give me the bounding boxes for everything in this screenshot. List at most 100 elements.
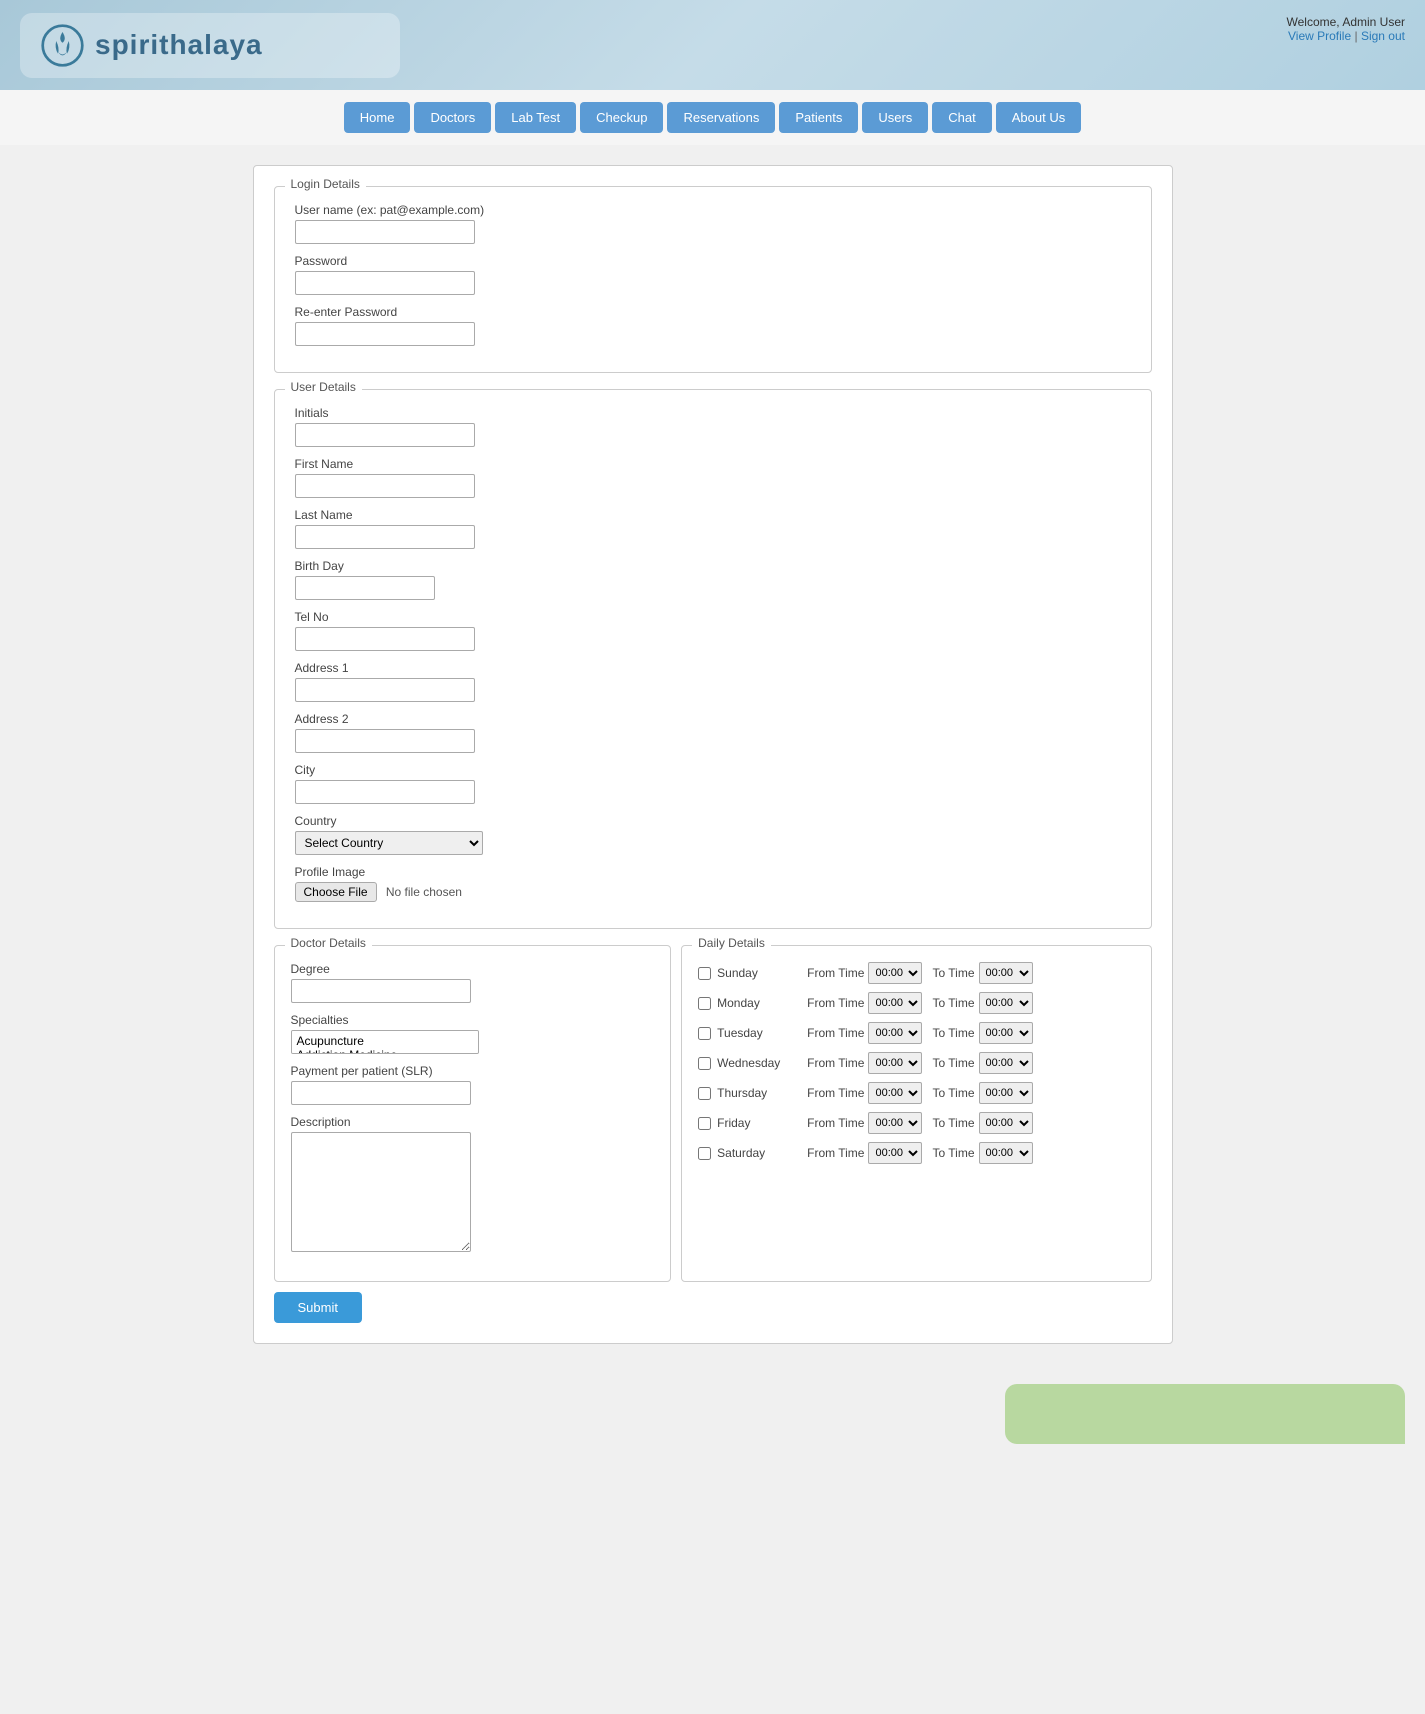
nav-doctors[interactable]: Doctors bbox=[414, 102, 491, 133]
footer-green-area bbox=[1005, 1384, 1405, 1444]
sunday-to-label: To Time bbox=[932, 966, 974, 980]
wednesday-from-select[interactable]: 00:00 bbox=[868, 1052, 922, 1074]
doctor-details-legend: Doctor Details bbox=[285, 936, 372, 950]
lastname-input[interactable] bbox=[295, 525, 475, 549]
specialty-option[interactable]: Addiction Medicine bbox=[297, 1048, 473, 1054]
tuesday-from-select[interactable]: 00:00 bbox=[868, 1022, 922, 1044]
specialties-select[interactable]: Acupuncture Addiction Medicine Adolescen… bbox=[291, 1030, 479, 1054]
thursday-to-select[interactable]: 00:00 bbox=[979, 1082, 1033, 1104]
address2-input[interactable] bbox=[295, 729, 475, 753]
nav-chat[interactable]: Chat bbox=[932, 102, 991, 133]
header: spirithalaya Welcome, Admin User View Pr… bbox=[0, 0, 1425, 90]
no-file-text: No file chosen bbox=[386, 885, 462, 899]
friday-checkbox[interactable] bbox=[698, 1117, 711, 1130]
sign-out-link[interactable]: Sign out bbox=[1361, 29, 1405, 43]
wednesday-to-select[interactable]: 00:00 bbox=[979, 1052, 1033, 1074]
tuesday-checkbox[interactable] bbox=[698, 1027, 711, 1040]
city-label: City bbox=[295, 763, 1131, 777]
degree-input[interactable] bbox=[291, 979, 471, 1003]
saturday-to-label: To Time bbox=[932, 1146, 974, 1160]
saturday-to-select[interactable]: 00:00 bbox=[979, 1142, 1033, 1164]
initials-input[interactable] bbox=[295, 423, 475, 447]
country-group: Country Select Country Sri Lanka India U… bbox=[295, 814, 1131, 855]
thursday-to-label: To Time bbox=[932, 1086, 974, 1100]
profile-image-group: Profile Image Choose File No file chosen bbox=[295, 865, 1131, 902]
choose-file-button[interactable]: Choose File bbox=[295, 882, 377, 902]
bottom-sections: Doctor Details Degree Specialties Acupun… bbox=[274, 945, 1152, 1282]
sunday-to-select[interactable]: 00:00 bbox=[979, 962, 1033, 984]
reenter-label: Re-enter Password bbox=[295, 305, 1131, 319]
thursday-label: Thursday bbox=[717, 1086, 807, 1100]
username-group: User name (ex: pat@example.com) bbox=[295, 203, 1131, 244]
saturday-from-label: From Time bbox=[807, 1146, 864, 1160]
profile-image-label: Profile Image bbox=[295, 865, 1131, 879]
city-input[interactable] bbox=[295, 780, 475, 804]
wednesday-checkbox[interactable] bbox=[698, 1057, 711, 1070]
saturday-row: Saturday From Time 00:00 To Time 00:00 bbox=[698, 1142, 1134, 1164]
submit-button[interactable]: Submit bbox=[274, 1292, 362, 1323]
login-details-legend: Login Details bbox=[285, 177, 366, 191]
firstname-group: First Name bbox=[295, 457, 1131, 498]
reenter-password-group: Re-enter Password bbox=[295, 305, 1131, 346]
username-input[interactable] bbox=[295, 220, 475, 244]
description-textarea[interactable] bbox=[291, 1132, 471, 1252]
birthday-label: Birth Day bbox=[295, 559, 1131, 573]
address1-group: Address 1 bbox=[295, 661, 1131, 702]
logo-icon bbox=[40, 23, 85, 68]
wednesday-row: Wednesday From Time 00:00 To Time 00:00 bbox=[698, 1052, 1134, 1074]
logo-text: spirithalaya bbox=[95, 29, 263, 61]
footer bbox=[0, 1364, 1425, 1464]
user-info: Welcome, Admin User View Profile | Sign … bbox=[1287, 15, 1405, 43]
monday-to-label: To Time bbox=[932, 996, 974, 1010]
friday-to-select[interactable]: 00:00 bbox=[979, 1112, 1033, 1134]
address2-label: Address 2 bbox=[295, 712, 1131, 726]
lastname-label: Last Name bbox=[295, 508, 1131, 522]
tuesday-label: Tuesday bbox=[717, 1026, 807, 1040]
daily-details-legend: Daily Details bbox=[692, 936, 771, 950]
nav-checkup[interactable]: Checkup bbox=[580, 102, 663, 133]
saturday-from-select[interactable]: 00:00 bbox=[868, 1142, 922, 1164]
tel-input[interactable] bbox=[295, 627, 475, 651]
user-details-legend: User Details bbox=[285, 380, 362, 394]
nav-labtest[interactable]: Lab Test bbox=[495, 102, 576, 133]
doctor-details-section: Doctor Details Degree Specialties Acupun… bbox=[274, 945, 672, 1282]
sunday-from-select[interactable]: 00:00 bbox=[868, 962, 922, 984]
address1-input[interactable] bbox=[295, 678, 475, 702]
friday-from-select[interactable]: 00:00 bbox=[868, 1112, 922, 1134]
nav-users[interactable]: Users bbox=[862, 102, 928, 133]
payment-input[interactable] bbox=[291, 1081, 471, 1105]
degree-group: Degree bbox=[291, 962, 655, 1003]
country-label: Country bbox=[295, 814, 1131, 828]
monday-from-select[interactable]: 00:00 bbox=[868, 992, 922, 1014]
reenter-password-input[interactable] bbox=[295, 322, 475, 346]
saturday-checkbox[interactable] bbox=[698, 1147, 711, 1160]
nav-aboutus[interactable]: About Us bbox=[996, 102, 1081, 133]
view-profile-link[interactable]: View Profile bbox=[1288, 29, 1351, 43]
sunday-row: Sunday From Time 00:00 To Time 00:00 bbox=[698, 962, 1134, 984]
monday-checkbox[interactable] bbox=[698, 997, 711, 1010]
sunday-from-label: From Time bbox=[807, 966, 864, 980]
logo-area: spirithalaya bbox=[20, 13, 400, 78]
country-select[interactable]: Select Country Sri Lanka India United St… bbox=[295, 831, 483, 855]
monday-to-select[interactable]: 00:00 bbox=[979, 992, 1033, 1014]
description-label: Description bbox=[291, 1115, 655, 1129]
thursday-from-select[interactable]: 00:00 bbox=[868, 1082, 922, 1104]
nav-patients[interactable]: Patients bbox=[779, 102, 858, 133]
thursday-checkbox[interactable] bbox=[698, 1087, 711, 1100]
separator: | bbox=[1354, 29, 1357, 43]
thursday-from-label: From Time bbox=[807, 1086, 864, 1100]
password-label: Password bbox=[295, 254, 1131, 268]
tuesday-to-select[interactable]: 00:00 bbox=[979, 1022, 1033, 1044]
birthday-input[interactable] bbox=[295, 576, 435, 600]
nav-home[interactable]: Home bbox=[344, 102, 411, 133]
tuesday-to-label: To Time bbox=[932, 1026, 974, 1040]
city-group: City bbox=[295, 763, 1131, 804]
password-input[interactable] bbox=[295, 271, 475, 295]
sunday-checkbox[interactable] bbox=[698, 967, 711, 980]
nav-reservations[interactable]: Reservations bbox=[667, 102, 775, 133]
wednesday-label: Wednesday bbox=[717, 1056, 807, 1070]
firstname-input[interactable] bbox=[295, 474, 475, 498]
specialty-option[interactable]: Acupuncture bbox=[297, 1034, 473, 1048]
friday-from-label: From Time bbox=[807, 1116, 864, 1130]
tuesday-from-label: From Time bbox=[807, 1026, 864, 1040]
